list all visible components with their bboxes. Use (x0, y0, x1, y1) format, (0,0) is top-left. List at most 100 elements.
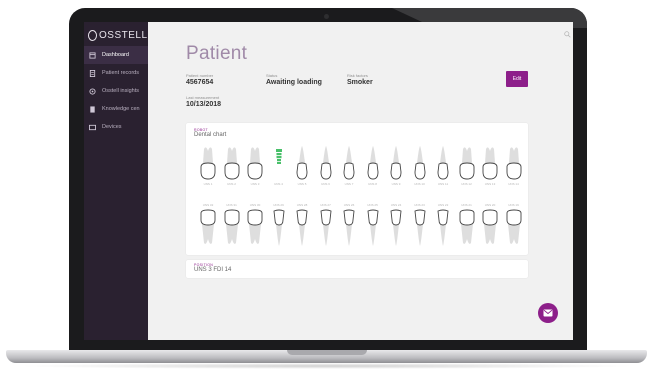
tooth-number: UNS 26 (343, 203, 355, 207)
sidebar-item-label: Patient records (102, 70, 139, 76)
tooth-upper[interactable] (292, 145, 312, 186)
tooth-lower[interactable] (316, 209, 336, 252)
tooth-upper[interactable] (386, 145, 406, 186)
upper-teeth-row: UNS 1 UNS 2 UNS 3 UNS 4 UNS 5 UNS 6 UNS 7 UNS 8… (198, 145, 530, 189)
tooth-number: UNS 1 (203, 182, 213, 186)
tooth-lower[interactable] (269, 209, 289, 252)
risk-factors-field: Risk factors Smoker (347, 73, 373, 88)
tooth-number: UNS 23 (414, 203, 425, 207)
sidebar-item-label: Osstell insights (102, 88, 139, 94)
sidebar: OSSTELL Dashboard Patient records Osstell … (84, 22, 148, 340)
tooth-upper[interactable] (316, 145, 336, 186)
sidebar-item-knowledge-cen[interactable]: Knowledge cen (84, 100, 148, 118)
sidebar-item-label: Knowledge cen (102, 106, 140, 112)
tooth-upper[interactable] (245, 145, 265, 186)
dental-chart-title: Dental chart (194, 132, 227, 138)
sidebar-item-label: Dashboard (102, 52, 129, 58)
tooth-number: UNS 32 (202, 203, 214, 207)
tooth-number: UNS 13 (484, 182, 496, 186)
tooth-number: UNS 31 (226, 203, 237, 207)
document-icon (90, 105, 95, 113)
tooth-number: UNS 12 (461, 182, 472, 186)
risk-factors-value: Smoker (347, 79, 373, 86)
tooth-number: UNS 4 (274, 182, 283, 186)
laptop-notch (287, 350, 367, 355)
lower-teeth-row: UNS 32 UNS 31 UNS 30 UNS 29 UNS 28 UNS 27 UNS … (198, 203, 530, 249)
tooth-upper[interactable] (222, 145, 242, 186)
tooth-lower[interactable] (363, 209, 383, 252)
tooth-number: UNS 20 (484, 203, 496, 207)
sidebar-item-label: Devices (102, 124, 122, 130)
tooth-number: UNS 5 (297, 182, 307, 186)
tooth-upper[interactable] (363, 145, 383, 186)
tooth-number: UNS 24 (390, 203, 402, 207)
page-title: Patient (186, 43, 248, 64)
tooth-number: UNS 27 (320, 203, 331, 207)
sidebar-item-osstell-insights[interactable]: Osstell insights (84, 82, 148, 100)
patient-number-value: 4567654 (186, 79, 214, 86)
tooth-number: UNS 22 (437, 203, 449, 207)
brand-logo[interactable]: OSSTELL (88, 28, 148, 42)
tooth-lower[interactable] (480, 209, 500, 252)
tooth-upper[interactable] (457, 145, 477, 186)
tooth-number: UNS 9 (391, 182, 401, 186)
patient-number-field: Patient number 4567654 (186, 73, 213, 88)
tooth-number: UNS 30 (249, 203, 261, 207)
search-icon[interactable] (564, 31, 571, 38)
sidebar-item-devices[interactable]: Devices (84, 118, 148, 136)
position-card: POSITION UNS 3 FDI 14 (186, 260, 528, 278)
envelope-icon (543, 309, 553, 317)
tooth-lower[interactable] (292, 209, 312, 252)
last-measurement-field: Last measurement 10/13/2018 (186, 95, 221, 110)
position-value: UNS 3 FDI 14 (194, 267, 232, 273)
tooth-lower[interactable] (339, 209, 359, 252)
tooth-number: UNS 7 (344, 182, 354, 186)
last-measurement-value: 10/13/2018 (186, 101, 222, 108)
dashboard-icon (89, 51, 96, 59)
tooth-lower[interactable] (222, 209, 242, 252)
status-value: Awaiting loading (266, 79, 322, 86)
tooth-lower[interactable] (504, 209, 524, 252)
laptop-shadow (16, 363, 637, 369)
tooth-upper[interactable] (480, 145, 500, 186)
status-field: Status Awaiting loading (266, 73, 322, 88)
implant-tooth[interactable] (269, 145, 289, 186)
sidebar-nav: Dashboard Patient records Osstell insights… (84, 46, 148, 136)
logo-icon (88, 29, 97, 41)
tooth-lower[interactable] (245, 209, 265, 252)
tooth-number: UNS 19 (508, 203, 519, 207)
tooth-lower[interactable] (198, 209, 218, 252)
tooth-number: UNS 14 (508, 182, 519, 186)
tooth-number: UNS 28 (296, 203, 308, 207)
records-icon (89, 69, 96, 77)
tooth-number: UNS 21 (461, 203, 472, 207)
edit-button[interactable]: Edit (506, 71, 528, 87)
tooth-number: UNS 8 (368, 182, 377, 186)
tooth-lower[interactable] (410, 209, 430, 252)
tooth-upper[interactable] (339, 145, 359, 186)
tooth-lower[interactable] (457, 209, 477, 252)
tooth-number: UNS 25 (367, 203, 378, 207)
tooth-upper[interactable] (198, 145, 218, 186)
brand-name: OSSTELL (99, 29, 148, 41)
tooth-upper[interactable] (433, 145, 453, 186)
tooth-lower[interactable] (433, 209, 453, 252)
tooth-upper[interactable] (410, 145, 430, 186)
sidebar-item-patient-records[interactable]: Patient records (84, 64, 148, 82)
tooth-number: UNS 29 (273, 203, 284, 207)
tooth-number: UNS 11 (437, 182, 449, 186)
sidebar-item-dashboard[interactable]: Dashboard (84, 46, 148, 64)
camera (324, 14, 329, 19)
main-content: Patient Patient number 4567654 Status Aw… (148, 22, 573, 340)
tooth-number: UNS 10 (414, 182, 425, 186)
tooth-lower[interactable] (386, 209, 406, 252)
dental-chart-card: ROBOT Dental chart UNS 1 UNS 2 UNS 3 UNS 4U… (186, 123, 528, 255)
insights-icon (89, 87, 96, 95)
tooth-number: UNS 2 (227, 182, 236, 186)
screen: OSSTELL Dashboard Patient records Osstell … (84, 22, 573, 340)
chat-button[interactable] (538, 303, 558, 323)
tooth-number: UNS 6 (321, 182, 330, 186)
device-icon (89, 124, 96, 130)
tooth-number: UNS 3 (250, 182, 260, 186)
tooth-upper[interactable] (504, 145, 524, 186)
